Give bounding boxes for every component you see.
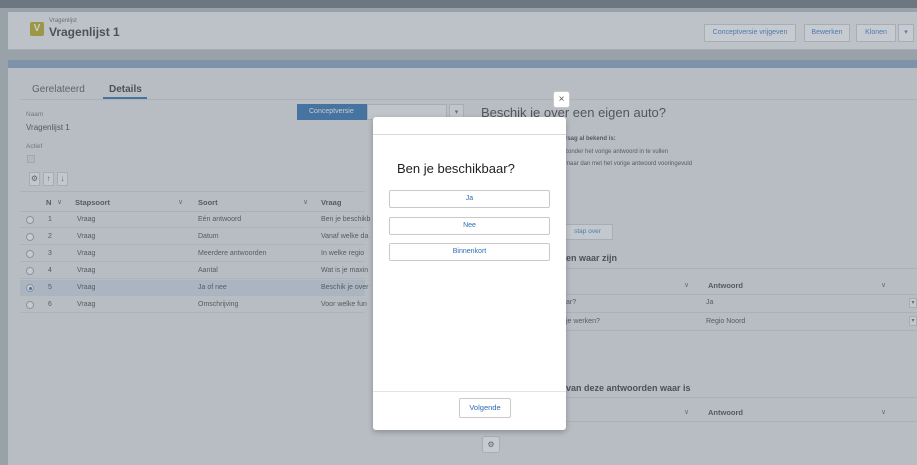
modal-footer-divider xyxy=(373,391,566,392)
preview-modal: Ben je beschikbaar? Ja Nee Binnenkort Vo… xyxy=(373,117,566,430)
next-button[interactable]: Volgende xyxy=(459,398,511,418)
modal-header-divider xyxy=(373,134,566,135)
option-button-ja[interactable]: Ja xyxy=(389,190,550,208)
modal-question: Ben je beschikbaar? xyxy=(397,161,515,176)
close-icon[interactable]: × xyxy=(553,91,570,108)
option-button-binnenkort[interactable]: Binnenkort xyxy=(389,243,550,261)
option-button-nee[interactable]: Nee xyxy=(389,217,550,235)
